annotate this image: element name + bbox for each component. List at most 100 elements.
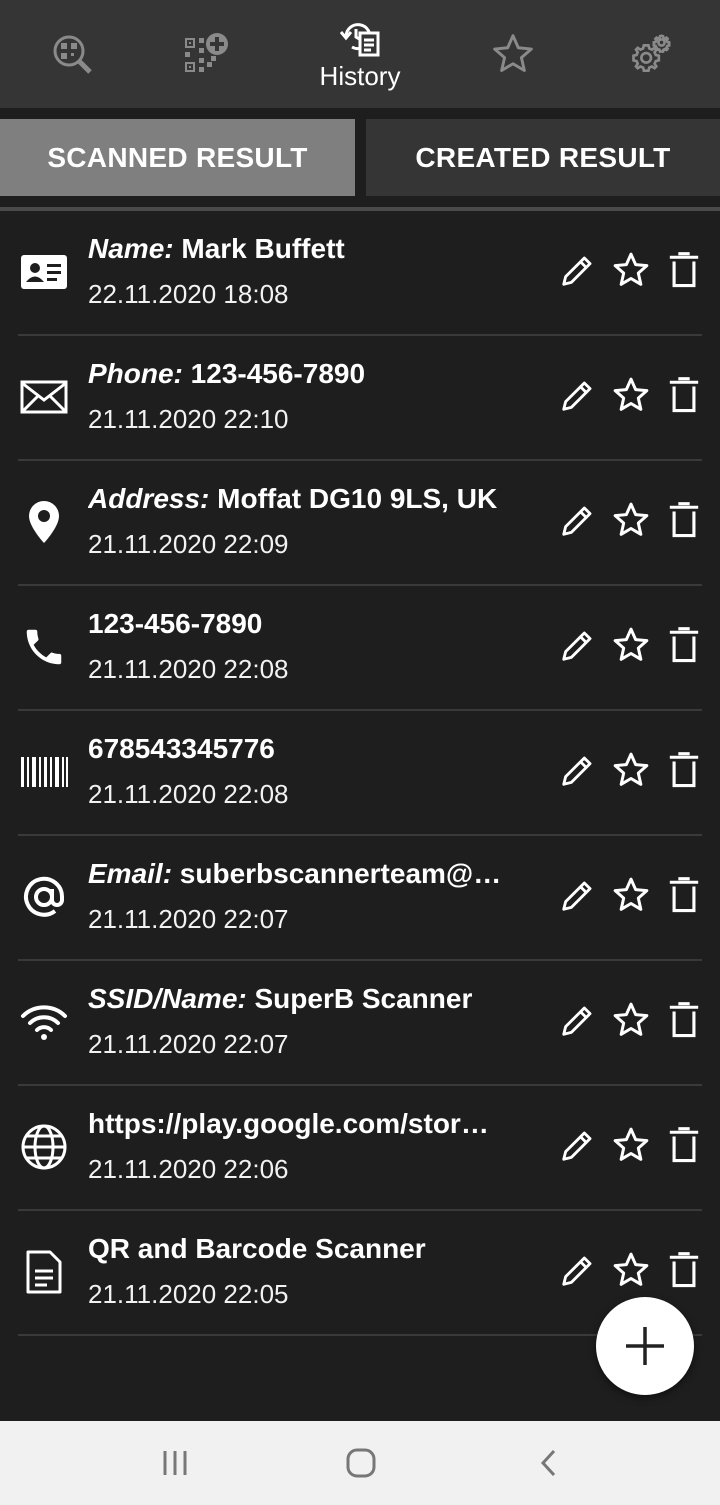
- phone-icon: [18, 621, 70, 673]
- star-icon: [611, 1000, 651, 1045]
- favorite-button[interactable]: [610, 501, 652, 543]
- favorite-button[interactable]: [610, 376, 652, 418]
- nav-history-label: History: [319, 60, 401, 91]
- history-row[interactable]: Email: suberbscannerteam@… 21.11.2020 22:…: [0, 836, 720, 961]
- delete-button[interactable]: [663, 876, 705, 918]
- history-item-title: Address: Moffat DG10 9LS, UK: [88, 483, 518, 515]
- trash-icon: [667, 876, 701, 919]
- barcode-icon: [18, 746, 70, 798]
- history-item-value: Moffat DG10 9LS, UK: [209, 483, 498, 514]
- add-button[interactable]: [596, 1297, 694, 1395]
- history-row[interactable]: 123-456-7890 21.11.2020 22:08: [0, 586, 720, 711]
- pencil-icon: [559, 376, 597, 419]
- edit-button[interactable]: [557, 626, 599, 668]
- history-item-date: 21.11.2020 22:09: [88, 529, 289, 559]
- gear-icon: [632, 34, 671, 73]
- delete-button[interactable]: [663, 1251, 705, 1293]
- favorite-button[interactable]: [610, 876, 652, 918]
- edit-button[interactable]: [557, 1126, 599, 1168]
- pencil-icon: [559, 751, 597, 794]
- history-row[interactable]: 678543345776 21.11.2020 22:08: [0, 711, 720, 836]
- pencil-icon: [559, 876, 597, 919]
- history-item-date: 21.11.2020 22:05: [88, 1279, 289, 1309]
- delete-button[interactable]: [663, 251, 705, 293]
- history-row[interactable]: Phone: 123-456-7890 21.11.2020 22:10: [0, 336, 720, 461]
- history-row[interactable]: Name: Mark Buffett 22.11.2020 18:08: [0, 211, 720, 336]
- delete-button[interactable]: [663, 1126, 705, 1168]
- star-icon: [611, 500, 651, 545]
- wifi-icon: [18, 996, 70, 1048]
- history-item-title: 678543345776: [88, 733, 518, 765]
- edit-button[interactable]: [557, 751, 599, 793]
- delete-button[interactable]: [663, 751, 705, 793]
- history-item-date: 21.11.2020 22:07: [88, 1029, 289, 1059]
- edit-button[interactable]: [557, 501, 599, 543]
- back-button[interactable]: [529, 1443, 569, 1483]
- history-item-title: 123-456-7890: [88, 608, 518, 640]
- history-item-date: 21.11.2020 22:08: [88, 779, 289, 809]
- history-item-value: https://play.google.com/stor…: [88, 1108, 489, 1139]
- trash-icon: [667, 751, 701, 794]
- edit-button[interactable]: [557, 876, 599, 918]
- history-item-value: 678543345776: [88, 733, 275, 764]
- trash-icon: [667, 1126, 701, 1169]
- history-item-date: 21.11.2020 22:10: [88, 404, 289, 434]
- favorite-button[interactable]: [610, 1126, 652, 1168]
- recent-apps-button[interactable]: [155, 1443, 195, 1483]
- history-item-date: 21.11.2020 22:07: [88, 904, 289, 934]
- favorite-button[interactable]: [610, 751, 652, 793]
- history-item-value: QR and Barcode Scanner: [88, 1233, 426, 1264]
- star-icon: [611, 875, 651, 920]
- favorite-button[interactable]: [610, 1001, 652, 1043]
- nav-history[interactable]: History: [288, 0, 432, 108]
- history-item-type: Phone:: [88, 358, 183, 389]
- history-item-title: SSID/Name: SuperB Scanner: [88, 983, 518, 1015]
- nav-settings[interactable]: [578, 0, 720, 108]
- edit-button[interactable]: [557, 251, 599, 293]
- favorite-button[interactable]: [610, 626, 652, 668]
- edit-button[interactable]: [557, 376, 599, 418]
- pencil-icon: [559, 501, 597, 544]
- nav-favorites[interactable]: [441, 0, 585, 108]
- pencil-icon: [559, 251, 597, 294]
- tab-scanned-result[interactable]: SCANNED RESULT: [0, 119, 355, 196]
- pencil-icon: [559, 1251, 597, 1294]
- history-item-value: Mark Buffett: [173, 233, 345, 264]
- favorite-button[interactable]: [610, 1251, 652, 1293]
- favorite-button[interactable]: [610, 251, 652, 293]
- history-item-type: Address:: [88, 483, 210, 514]
- delete-button[interactable]: [663, 501, 705, 543]
- edit-button[interactable]: [557, 1001, 599, 1043]
- recent-apps-icon: [163, 1451, 187, 1475]
- trash-icon: [667, 626, 701, 669]
- trash-icon: [667, 501, 701, 544]
- history-item-value: SuperB Scanner: [246, 983, 473, 1014]
- tab-created-result[interactable]: CREATED RESULT: [366, 119, 720, 196]
- contact-card-icon: [18, 246, 70, 298]
- back-icon: [540, 1449, 556, 1477]
- history-item-title: Email: suberbscannerteam@…: [88, 858, 518, 890]
- qr-create-icon: [185, 33, 228, 72]
- nav-create-qr[interactable]: [134, 0, 278, 108]
- home-button[interactable]: [341, 1443, 381, 1483]
- edit-button[interactable]: [557, 1251, 599, 1293]
- history-icon: [339, 22, 380, 56]
- history-item-title: QR and Barcode Scanner: [88, 1233, 518, 1265]
- star-icon: [611, 1250, 651, 1295]
- delete-button[interactable]: [663, 626, 705, 668]
- location-pin-icon: [18, 496, 70, 548]
- delete-button[interactable]: [663, 1001, 705, 1043]
- history-row[interactable]: SSID/Name: SuperB Scanner 21.11.2020 22:0…: [0, 961, 720, 1086]
- history-item-title: Phone: 123-456-7890: [88, 358, 518, 390]
- history-item-type: SSID/Name:: [88, 983, 247, 1014]
- pencil-icon: [559, 626, 597, 669]
- history-row[interactable]: Address: Moffat DG10 9LS, UK 21.11.2020 2…: [0, 461, 720, 586]
- star-icon: [611, 1125, 651, 1170]
- nav-scan[interactable]: [0, 0, 144, 108]
- trash-icon: [667, 1001, 701, 1044]
- history-item-title: https://play.google.com/stor…: [88, 1108, 518, 1140]
- star-icon: [493, 34, 533, 72]
- history-row[interactable]: https://play.google.com/stor… 21.11.2020 …: [0, 1086, 720, 1211]
- history-item-date: 21.11.2020 22:08: [88, 654, 289, 684]
- delete-button[interactable]: [663, 376, 705, 418]
